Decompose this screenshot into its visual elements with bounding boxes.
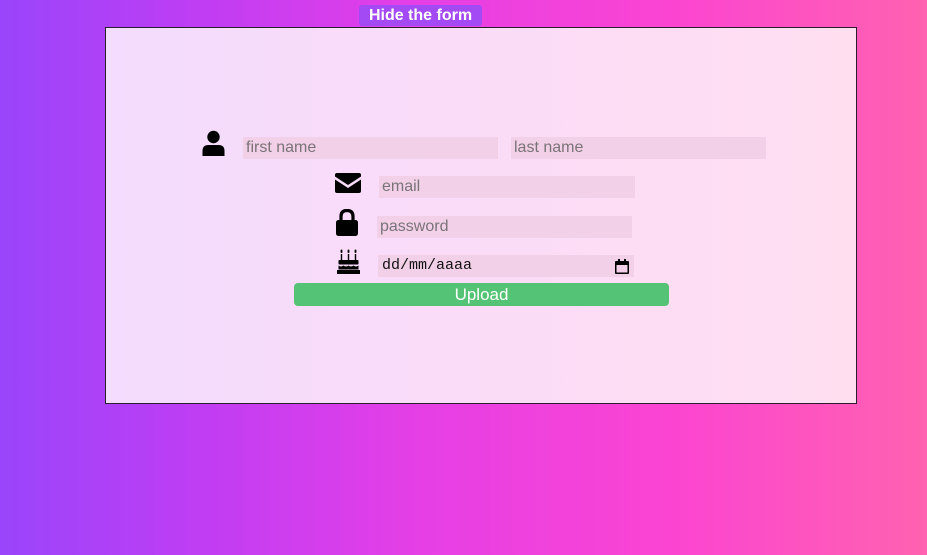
upload-button[interactable]: Upload: [294, 283, 669, 306]
email-input[interactable]: [379, 176, 635, 198]
user-icon: [202, 130, 225, 156]
lock-icon: [336, 209, 358, 236]
envelope-icon: [335, 173, 361, 193]
birthday-cake-icon: [337, 249, 360, 274]
last-name-input[interactable]: [511, 137, 766, 159]
birthday-date-input[interactable]: dd/mm/aaaa: [378, 255, 634, 277]
first-name-input[interactable]: [243, 137, 498, 159]
calendar-icon[interactable]: [615, 259, 629, 274]
registration-form: dd/mm/aaaa Upload: [105, 27, 857, 404]
date-placeholder: dd/mm/aaaa: [382, 257, 473, 274]
hide-form-button[interactable]: Hide the form: [359, 5, 482, 26]
password-input[interactable]: [377, 216, 632, 238]
